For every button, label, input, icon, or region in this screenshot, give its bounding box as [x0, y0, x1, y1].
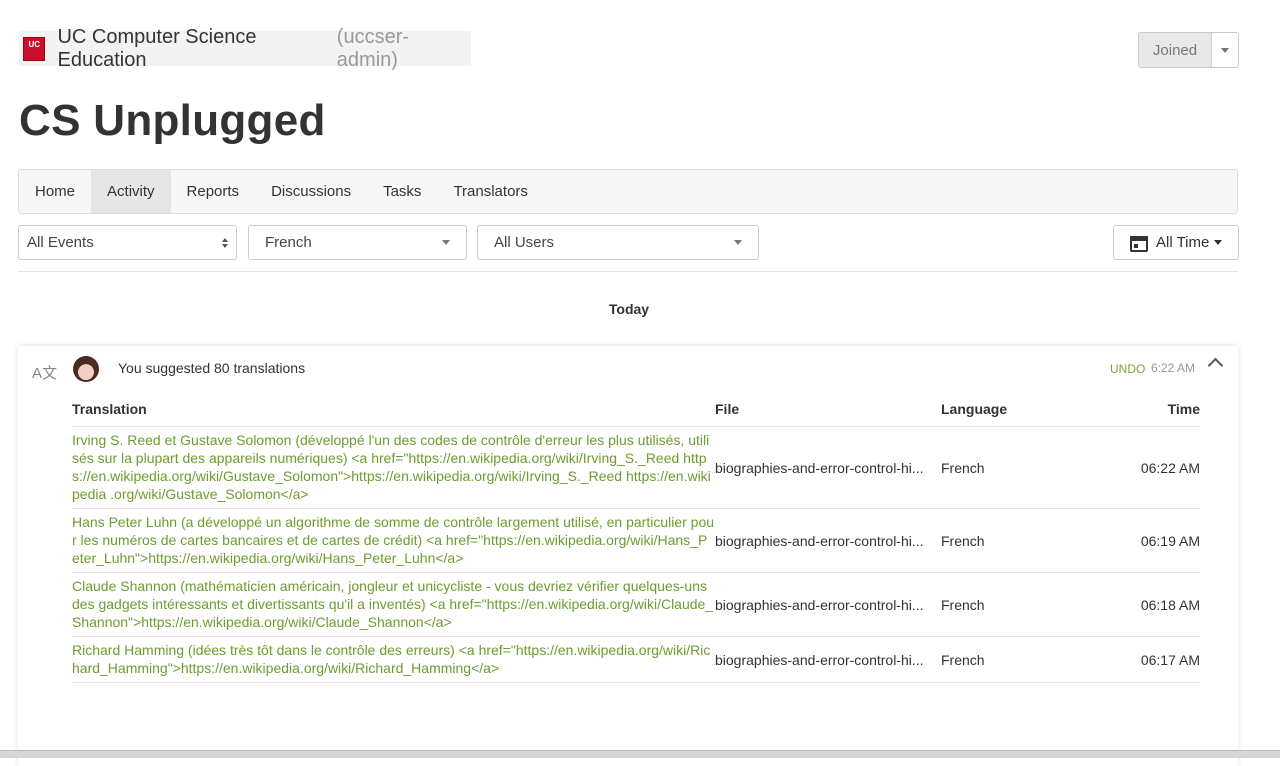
avatar[interactable] [73, 356, 99, 382]
tab-tasks[interactable]: Tasks [367, 170, 437, 213]
event-timestamp: 6:22 AM [1151, 361, 1196, 375]
column-header-file: File [715, 401, 740, 417]
joined-button-group: Joined [1138, 32, 1239, 68]
user-filter-value: All Users [494, 234, 555, 251]
page-title: CS Unplugged [19, 96, 326, 145]
joined-dropdown-toggle[interactable] [1212, 33, 1238, 67]
event-filter-select[interactable]: All Events [18, 225, 237, 260]
file-name: biographies-and-error-control-hi... [715, 459, 924, 476]
divider [18, 271, 1238, 272]
time-range-label: All Time [1156, 234, 1210, 251]
user-filter-select[interactable]: All Users [477, 225, 759, 260]
joined-button[interactable]: Joined [1139, 33, 1212, 67]
language-name: French [941, 459, 985, 476]
activity-event-card: A文 You suggested 80 translations UNDO 6:… [18, 346, 1238, 766]
table-row: Claude Shannon (mathématicien américain,… [72, 573, 1200, 637]
event-summary: You suggested 80 translations [118, 360, 306, 376]
tab-home[interactable]: Home [19, 170, 91, 213]
table-row: Richard Hamming (idées très tôt dans le … [72, 637, 1200, 683]
undo-link[interactable]: UNDO [1110, 362, 1145, 376]
chevron-down-icon [442, 240, 450, 245]
row-time: 06:18 AM [1140, 596, 1200, 613]
calendar-icon [1130, 234, 1148, 252]
select-arrows-icon [222, 237, 228, 248]
row-time: 06:19 AM [1140, 532, 1200, 549]
org-name[interactable]: UC Computer Science Education [57, 26, 330, 72]
chevron-up-icon[interactable] [1207, 357, 1224, 374]
org-handle: (uccser-admin) [336, 25, 410, 71]
column-header-time: Time [1167, 401, 1200, 417]
project-nav: Home Activity Reports Discussions Tasks … [18, 169, 1238, 214]
column-header-translation: Translation [72, 401, 147, 417]
tab-translators[interactable]: Translators [437, 170, 543, 213]
date-section-label: Today [608, 301, 650, 317]
translate-icon: A文 [32, 365, 58, 382]
language-name: French [941, 596, 985, 613]
translation-link[interactable]: Claude Shannon (mathématicien américain,… [72, 573, 715, 636]
translations-table: Translation File Language Time Irving S.… [72, 401, 1200, 683]
time-range-button[interactable]: All Time [1113, 225, 1239, 260]
tab-activity[interactable]: Activity [91, 170, 171, 213]
chevron-down-icon [734, 240, 742, 245]
row-time: 06:17 AM [1140, 651, 1200, 668]
language-filter-select[interactable]: French [248, 225, 467, 260]
file-name: biographies-and-error-control-hi... [715, 596, 924, 613]
tab-discussions[interactable]: Discussions [255, 170, 367, 213]
row-time: 06:22 AM [1140, 459, 1200, 476]
file-name: biographies-and-error-control-hi... [715, 532, 924, 549]
organization-header[interactable]: UC UC Computer Science Education (uccser… [19, 26, 471, 71]
language-name: French [941, 651, 985, 668]
column-header-language: Language [941, 401, 1008, 417]
chevron-down-icon [1214, 240, 1223, 245]
table-header: Translation File Language Time [72, 401, 1200, 427]
file-name: biographies-and-error-control-hi... [715, 651, 924, 668]
language-filter-value: French [265, 234, 312, 251]
table-row: Irving S. Reed et Gustave Solomon (dével… [72, 427, 1200, 509]
chevron-down-icon [1221, 47, 1229, 53]
org-logo-icon: UC [23, 36, 46, 61]
translation-link[interactable]: Hans Peter Luhn (a développé un algorith… [72, 509, 715, 572]
translation-link[interactable]: Irving S. Reed et Gustave Solomon (dével… [72, 427, 715, 508]
language-name: French [941, 532, 985, 549]
translation-link[interactable]: Richard Hamming (idées très tôt dans le … [72, 637, 715, 682]
tab-reports[interactable]: Reports [171, 170, 256, 213]
event-filter-value: All Events [27, 234, 94, 251]
table-row: Hans Peter Luhn (a développé un algorith… [72, 509, 1200, 573]
